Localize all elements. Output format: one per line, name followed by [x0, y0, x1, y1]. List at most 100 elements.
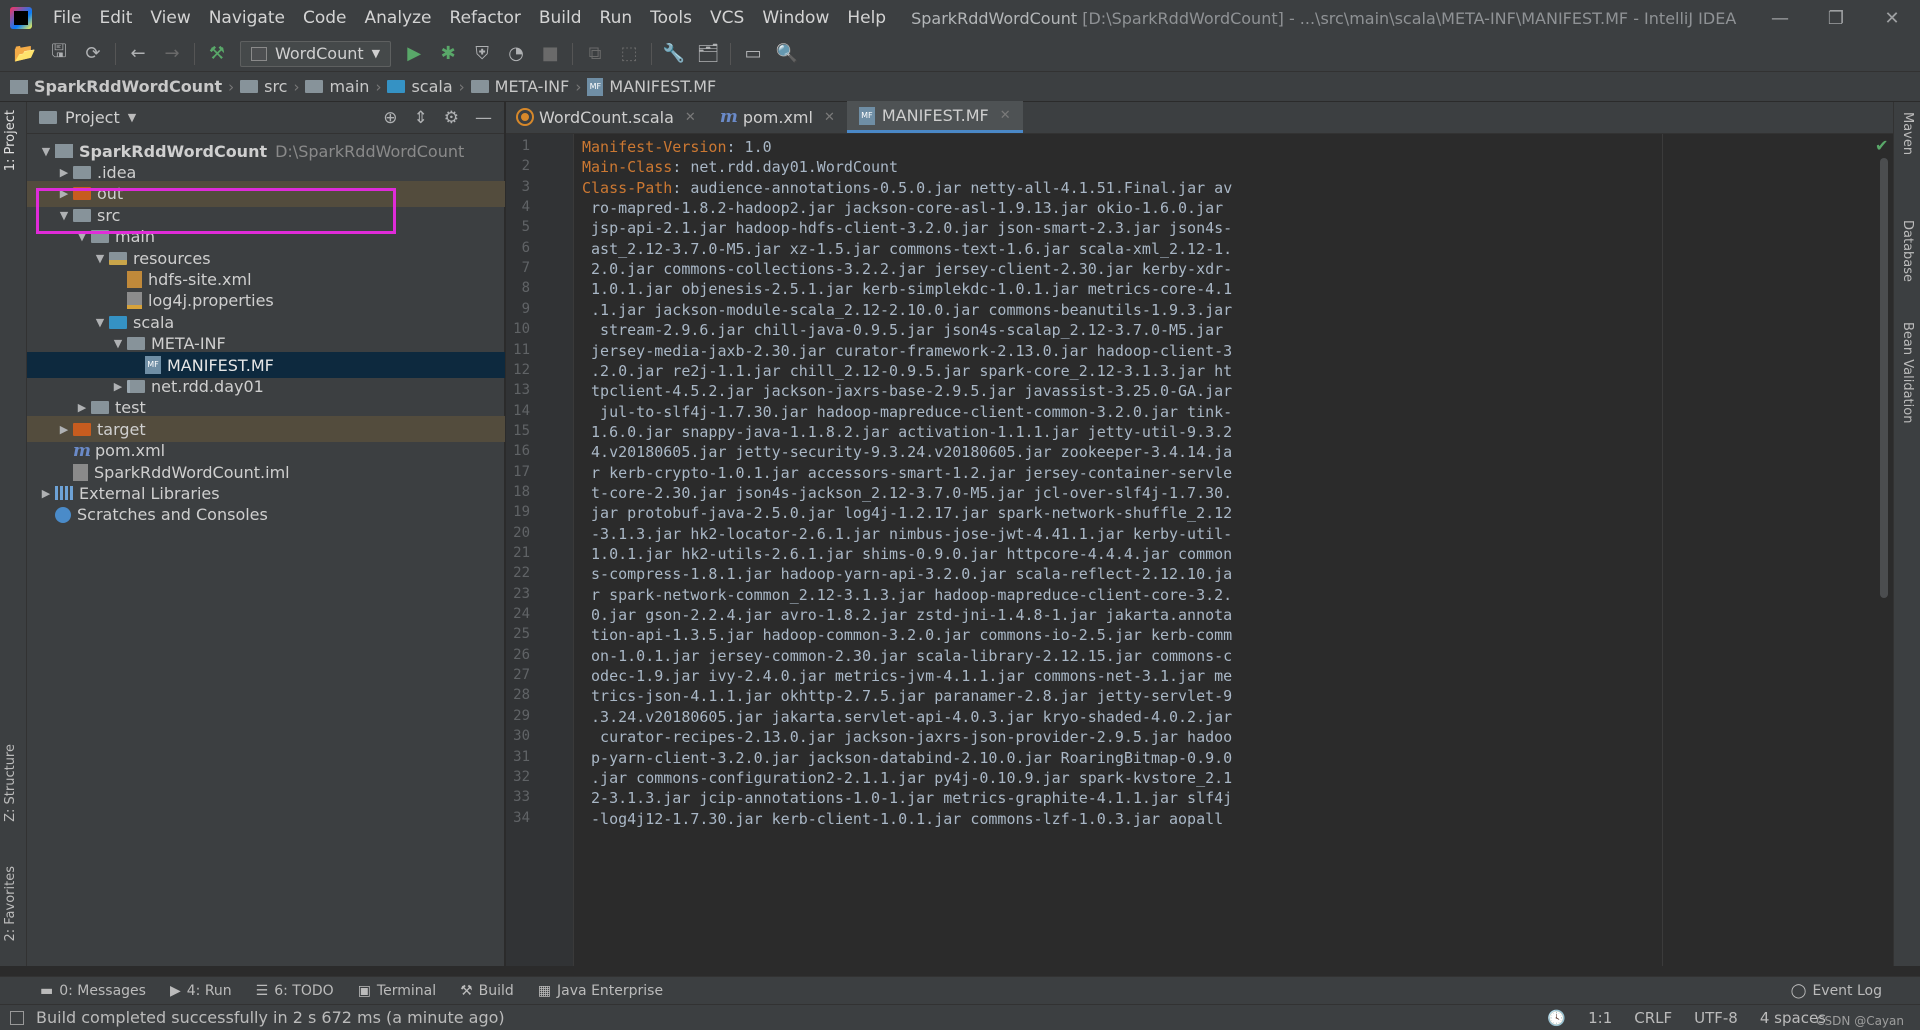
tool-windows-toggle-icon[interactable] — [10, 1010, 24, 1025]
breadcrumb-item[interactable]: MF MANIFEST.MF — [587, 77, 716, 96]
debug-icon[interactable]: ✱ — [431, 39, 465, 69]
tool-window-0-messages[interactable]: ▬ 0: Messages — [40, 983, 146, 999]
expand-down-icon[interactable]: ▼ — [109, 337, 127, 350]
save-icon[interactable]: 🖫 — [42, 39, 76, 69]
line-number: 30 — [513, 728, 530, 745]
update-icon[interactable]: ⧉ — [578, 39, 612, 69]
open-folder-icon[interactable]: 📂 — [8, 39, 42, 69]
manifest-value: : audience-annotations-0.5.0.jar netty-a… — [672, 178, 1233, 197]
menu-file[interactable]: File — [44, 0, 90, 36]
settings-wrench-icon[interactable]: 🔧 — [657, 39, 691, 69]
code-editor[interactable]: Manifest-Version: 1.0 Main-Class: net.rdd… — [574, 134, 1893, 966]
locate-icon[interactable]: ⊕ — [383, 108, 397, 128]
build-hammer-icon[interactable]: ⚒ — [200, 39, 234, 69]
tool-window-4-run[interactable]: ▶ 4: Run — [170, 983, 232, 999]
line-number: 23 — [513, 585, 530, 602]
editor-tab-wordcount-scala[interactable]: WordCount.scala ✕ — [506, 101, 708, 133]
tab-close-icon[interactable]: ✕ — [824, 110, 835, 125]
stop-icon[interactable]: ■ — [533, 39, 567, 69]
menu-code[interactable]: Code — [294, 0, 356, 36]
menu-vcs[interactable]: VCS — [701, 0, 753, 36]
run-configuration-select[interactable]: WordCount ▼ — [240, 40, 392, 67]
hide-icon[interactable]: — — [475, 108, 492, 128]
breadcrumb-item[interactable]: main — [305, 77, 369, 96]
expand-down-icon[interactable]: ▼ — [91, 252, 109, 265]
manifest-value: r spark-network-common_2.12-3.1.3.jar ha… — [582, 585, 1233, 604]
tool-window-terminal[interactable]: ▣ Terminal — [358, 983, 436, 999]
clock-icon[interactable]: 🕓 — [1547, 1009, 1566, 1027]
menu-edit[interactable]: Edit — [90, 0, 141, 36]
chevron-down-icon[interactable]: ▼ — [128, 111, 136, 124]
breadcrumb-item[interactable]: SparkRddWordCount — [10, 77, 222, 96]
tab-close-icon[interactable]: ✕ — [1000, 108, 1011, 123]
forward-icon[interactable]: → — [155, 39, 189, 69]
tab-bean-validation[interactable]: Bean Validation — [1900, 322, 1915, 423]
code-line: r spark-network-common_2.12-3.1.3.jar ha… — [582, 586, 1232, 604]
profile-icon[interactable]: ◔ — [499, 39, 533, 69]
sync-icon[interactable]: ⟳ — [76, 39, 110, 69]
menu-help[interactable]: Help — [838, 0, 895, 36]
editor-scrollbar[interactable] — [1880, 158, 1888, 598]
menu-build[interactable]: Build — [530, 0, 591, 36]
run-icon[interactable]: ▶ — [397, 39, 431, 69]
tab-project[interactable]: 1: Project — [3, 110, 18, 171]
tool-window-6-todo[interactable]: ☰ 6: TODO — [256, 983, 334, 999]
tab-structure[interactable]: Z: Structure — [3, 744, 18, 822]
line-separator[interactable]: CRLF — [1634, 1009, 1672, 1027]
expand-right-icon[interactable]: ▶ — [109, 380, 127, 393]
tab-maven[interactable]: Maven — [1900, 112, 1915, 155]
menu-analyze[interactable]: Analyze — [356, 0, 441, 36]
tool-window-label: 6: TODO — [274, 982, 334, 999]
right-tool-stripe: Maven Database Bean Validation — [1893, 102, 1920, 966]
menu-view[interactable]: View — [141, 0, 199, 36]
restore-icon[interactable]: ❐ — [1808, 0, 1864, 36]
project-view-selector[interactable]: Project — [65, 108, 120, 127]
expand-down-icon[interactable]: ▼ — [55, 209, 73, 222]
commit-icon[interactable]: ⬚ — [612, 39, 646, 69]
tool-window-build[interactable]: ⚒ Build — [460, 983, 514, 999]
event-log-button[interactable]: ◯ Event Log — [1791, 977, 1882, 1005]
breadcrumb-item[interactable]: src — [240, 77, 287, 96]
run-icon: ▶ — [169, 982, 181, 999]
breadcrumb: SparkRddWordCount › src › main › scala › META-IN… — [0, 72, 1920, 102]
inspection-ok-icon[interactable]: ✔ — [1875, 136, 1888, 155]
close-icon[interactable]: ✕ — [1864, 0, 1920, 36]
expand-right-icon[interactable]: ▶ — [73, 401, 91, 414]
project-structure-icon[interactable]: 🗂 — [691, 39, 725, 69]
menu-run[interactable]: Run — [591, 0, 642, 36]
caret-position[interactable]: 1:1 — [1588, 1009, 1612, 1027]
tree-item-scratches-and-consoles[interactable]: Scratches and Consoles — [27, 502, 505, 528]
menu-refactor[interactable]: Refactor — [441, 0, 530, 36]
toolbar-separator — [194, 42, 195, 65]
expand-down-icon[interactable]: ▼ — [37, 145, 55, 158]
minimize-icon[interactable]: — — [1752, 0, 1808, 36]
menu-navigate[interactable]: Navigate — [200, 0, 294, 36]
collapse-all-icon[interactable]: ⇕ — [414, 108, 428, 128]
menu-window[interactable]: Window — [753, 0, 838, 36]
editor-tab-manifest-mf[interactable]: MF MANIFEST.MF ✕ — [846, 101, 1023, 133]
tab-close-icon[interactable]: ✕ — [685, 110, 696, 125]
folder-icon — [73, 208, 91, 222]
expand-right-icon[interactable]: ▶ — [55, 423, 73, 436]
file-encoding[interactable]: UTF-8 — [1694, 1009, 1738, 1027]
expand-down-icon[interactable]: ▼ — [73, 230, 91, 243]
status-message[interactable]: Build completed successfully in 2 s 672 … — [36, 1008, 505, 1027]
breadcrumb-item[interactable]: scala — [387, 77, 453, 96]
expand-right-icon[interactable]: ▶ — [37, 487, 55, 500]
tab-database[interactable]: Database — [1900, 220, 1915, 282]
menu-tools[interactable]: Tools — [641, 0, 701, 36]
breadcrumb-item[interactable]: META-INF — [470, 77, 569, 96]
tool-window-buttons: ▬ 0: Messages ▶ 4: Run ☰ 6: TODO ▣ Terminal ⚒ Bui… — [40, 983, 687, 999]
expand-right-icon[interactable]: ▶ — [55, 187, 73, 200]
line-number: 6 — [521, 239, 530, 256]
coverage-icon[interactable]: ⛨ — [465, 39, 499, 69]
back-icon[interactable]: ← — [121, 39, 155, 69]
expand-down-icon[interactable]: ▼ — [91, 316, 109, 329]
tool-window-java-enterprise[interactable]: ▦ Java Enterprise — [538, 983, 663, 999]
gear-icon[interactable]: ⚙ — [444, 108, 459, 128]
search-icon[interactable]: 🔍 — [770, 39, 804, 69]
editor-tab-pom-xml[interactable]: m pom.xml ✕ — [708, 101, 847, 133]
expand-right-icon[interactable]: ▶ — [55, 166, 73, 179]
tab-favorites[interactable]: 2: Favorites — [3, 866, 18, 942]
presentation-icon[interactable]: ▭ — [736, 39, 770, 69]
